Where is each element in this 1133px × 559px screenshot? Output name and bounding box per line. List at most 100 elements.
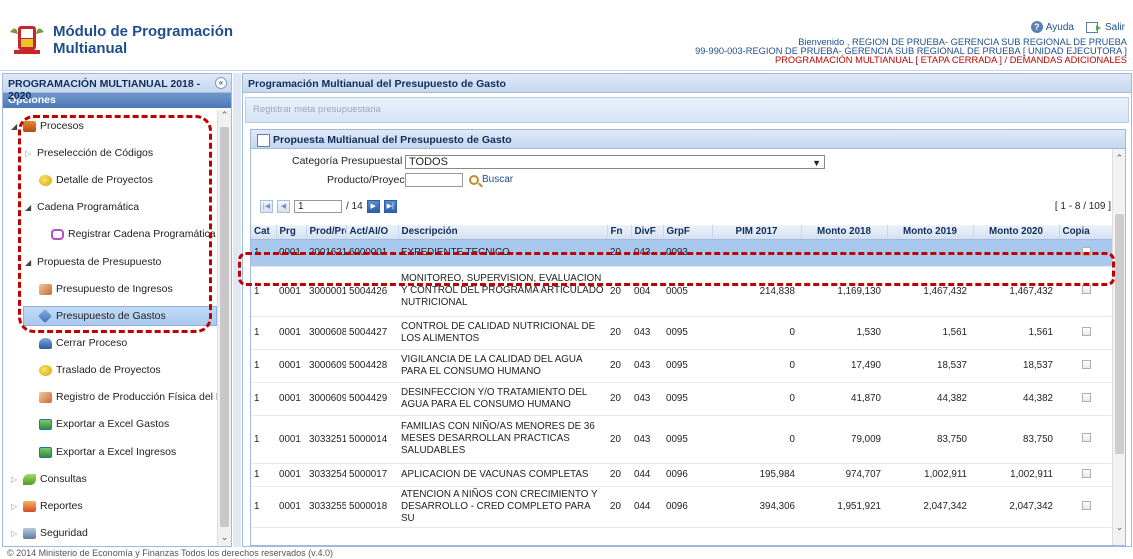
nav-item-exportar-a-excel-ingresos[interactable]: Exportar a Excel Ingresos: [39, 442, 176, 462]
table-row[interactable]: 1 0001 3000609 5004428 VIGILANCIA DE LA CALI…: [251, 349, 1113, 383]
cell-prod: 3033251: [306, 415, 346, 464]
grid-scroll-down-icon[interactable]: ⌄: [1113, 522, 1126, 533]
nav-item-detalle-de-proyectos[interactable]: Detalle de Proyectos: [39, 170, 153, 190]
expanded-arrow-icon[interactable]: ◢: [25, 258, 37, 267]
cell-divf: 044: [631, 486, 663, 528]
search-button[interactable]: Buscar: [469, 174, 513, 185]
prev-page-icon[interactable]: ◀: [277, 200, 290, 213]
table-row[interactable]: 1 0001 3033251 5000014 FAMILIAS CON NIÑO/AS …: [251, 415, 1113, 464]
copy-checkbox[interactable]: [1081, 433, 1091, 442]
register-goal-button[interactable]: Registrar meta presupuestaria: [253, 104, 381, 115]
column-header[interactable]: Descripción: [398, 225, 608, 240]
column-header[interactable]: Copia: [1059, 225, 1114, 240]
expanded-arrow-icon[interactable]: ◢: [11, 122, 23, 131]
cell-grpf: 0095: [663, 316, 712, 350]
grid-scroll-thumb[interactable]: [1115, 214, 1124, 454]
scroll-up-icon[interactable]: ⌃: [218, 110, 231, 124]
panel-splitter[interactable]: [233, 73, 241, 547]
column-header[interactable]: Act/AI/O: [346, 225, 399, 240]
nav-item-label: Traslado de Proyectos: [56, 364, 161, 376]
column-header[interactable]: Fn: [607, 225, 632, 240]
nav-item-preselección-de-códigos[interactable]: ▷ Preselección de Códigos: [25, 143, 153, 163]
column-header[interactable]: PIM 2017: [712, 225, 802, 240]
last-page-icon[interactable]: ▶|: [383, 200, 397, 213]
category-label: Categoría Presupuestal :: [292, 155, 409, 167]
exit-link[interactable]: Salir: [1085, 21, 1125, 33]
table-row[interactable]: 1 0001 3000001 5004426 MONITOREO, SUPERVISIO…: [251, 266, 1113, 317]
column-header[interactable]: Monto 2018: [801, 225, 888, 240]
nav-item-registro-de-producción-física-del-pr[interactable]: Registro de Producción Física del Pr: [39, 387, 217, 407]
nav-scrollbar[interactable]: ⌃ ⌄: [217, 110, 231, 546]
cell-m19: [887, 239, 973, 267]
column-header[interactable]: Monto 2019: [887, 225, 974, 240]
category-select[interactable]: TODOS ▼: [405, 155, 825, 169]
page-number-input[interactable]: 1: [294, 200, 342, 213]
copy-checkbox[interactable]: [1081, 500, 1091, 510]
expanded-arrow-icon[interactable]: ◢: [25, 203, 37, 212]
cell-m18: 79,009: [801, 415, 887, 464]
product-project-input[interactable]: [405, 173, 463, 187]
user-info: Bienvenido , REGION DE PRUEBA- GERENCIA …: [695, 37, 1127, 65]
cell-desc: APLICACION DE VACUNAS COMPLETAS: [398, 463, 607, 487]
cell-divf: 043: [631, 382, 663, 416]
cell-cat: 1: [251, 349, 276, 383]
column-header[interactable]: GrpF: [663, 225, 713, 240]
nav-item-cadena-programática[interactable]: ◢ Cadena Programática: [25, 197, 139, 217]
grid-scrollbar[interactable]: ⌃ ⌄: [1112, 149, 1125, 545]
collapsed-arrow-icon[interactable]: ▷: [25, 149, 37, 158]
cell-copy: [1059, 382, 1113, 416]
scroll-down-icon[interactable]: ⌄: [218, 532, 231, 546]
copy-checkbox[interactable]: [1081, 392, 1091, 402]
scroll-thumb[interactable]: [220, 127, 229, 527]
nav-item-seguridad[interactable]: ▷ Seguridad: [11, 523, 88, 543]
nav-item-label: Registrar Cadena Programática: [68, 228, 216, 240]
cell-grpf: 0095: [663, 382, 712, 416]
nav-item-presupuesto-de-ingresos[interactable]: Presupuesto de Ingresos: [39, 279, 173, 299]
collapse-panel-button[interactable]: «: [215, 77, 227, 89]
cell-m19: 1,467,432: [887, 266, 973, 317]
copy-checkbox[interactable]: [1081, 246, 1091, 256]
collapsed-arrow-icon[interactable]: ▷: [11, 502, 23, 511]
nav-item-cerrar-proceso[interactable]: Cerrar Proceso: [39, 333, 127, 353]
nav-item-registrar-cadena-programática[interactable]: Registrar Cadena Programática: [51, 224, 216, 244]
nav-item-procesos[interactable]: ◢ Procesos: [11, 116, 84, 136]
column-header[interactable]: Monto 2020: [973, 225, 1060, 240]
nav-item-consultas[interactable]: ▷ Consultas: [11, 469, 87, 489]
nav-item-label: Cerrar Proceso: [56, 337, 128, 349]
cell-prg: 0001: [276, 463, 306, 487]
help-link[interactable]: ? Ayuda: [1030, 21, 1074, 33]
nav-item-exportar-a-excel-gastos[interactable]: Exportar a Excel Gastos: [39, 414, 169, 434]
column-header[interactable]: DivF: [631, 225, 664, 240]
column-header[interactable]: Prg: [276, 225, 307, 240]
collapsed-arrow-icon[interactable]: ▷: [11, 529, 23, 538]
copy-checkbox[interactable]: [1081, 468, 1091, 478]
table-row[interactable]: 1 0001 3000608 5004427 CONTROL DE CALIDAD NU…: [251, 316, 1113, 350]
lock-icon: [23, 527, 36, 539]
nav-item-propuesta-de-presupuesto[interactable]: ◢ Propuesta de Presupuesto: [25, 252, 161, 272]
copy-checkbox[interactable]: [1081, 359, 1091, 369]
column-header[interactable]: Cat: [251, 225, 277, 240]
first-page-icon[interactable]: |◀: [260, 200, 273, 213]
cell-act: 5004429: [346, 382, 398, 416]
chevron-down-icon: ▼: [812, 158, 821, 168]
nav-item-traslado-de-proyectos[interactable]: Traslado de Proyectos: [39, 360, 161, 380]
next-page-icon[interactable]: ▶: [366, 200, 380, 213]
grid-scroll-up-icon[interactable]: ⌃: [1113, 153, 1126, 164]
cell-cat: 1: [251, 266, 276, 317]
nav-item-presupuesto-de-gastos[interactable]: Presupuesto de Gastos: [23, 306, 217, 326]
table-row[interactable]: 1 0001 2001621 6000001 EXPEDIENTE TECNICO 20 0…: [251, 239, 1113, 267]
nav-item-reportes[interactable]: ▷ Reportes: [11, 496, 83, 516]
leaf-icon: [23, 473, 36, 485]
copy-checkbox[interactable]: [1081, 285, 1091, 294]
cell-divf: 043: [631, 316, 663, 350]
cell-act: 5000014: [346, 415, 398, 464]
table-row[interactable]: 1 0001 3033254 5000017 APLICACION DE VACUNAS…: [251, 463, 1113, 487]
table-row[interactable]: 1 0001 3000609 5004429 DESINFECCION Y/O TRAT…: [251, 382, 1113, 416]
cell-cat: 1: [251, 463, 276, 487]
cell-grpf: 0096: [663, 486, 712, 528]
app-title-line2: Multianual: [53, 40, 128, 57]
copy-checkbox[interactable]: [1081, 326, 1091, 336]
table-row[interactable]: 1 0001 3033255 5000018 ATENCION A NIÑOS CON …: [251, 486, 1113, 528]
column-header[interactable]: Prod/Proy: [306, 225, 347, 240]
collapsed-arrow-icon[interactable]: ▷: [11, 475, 23, 484]
